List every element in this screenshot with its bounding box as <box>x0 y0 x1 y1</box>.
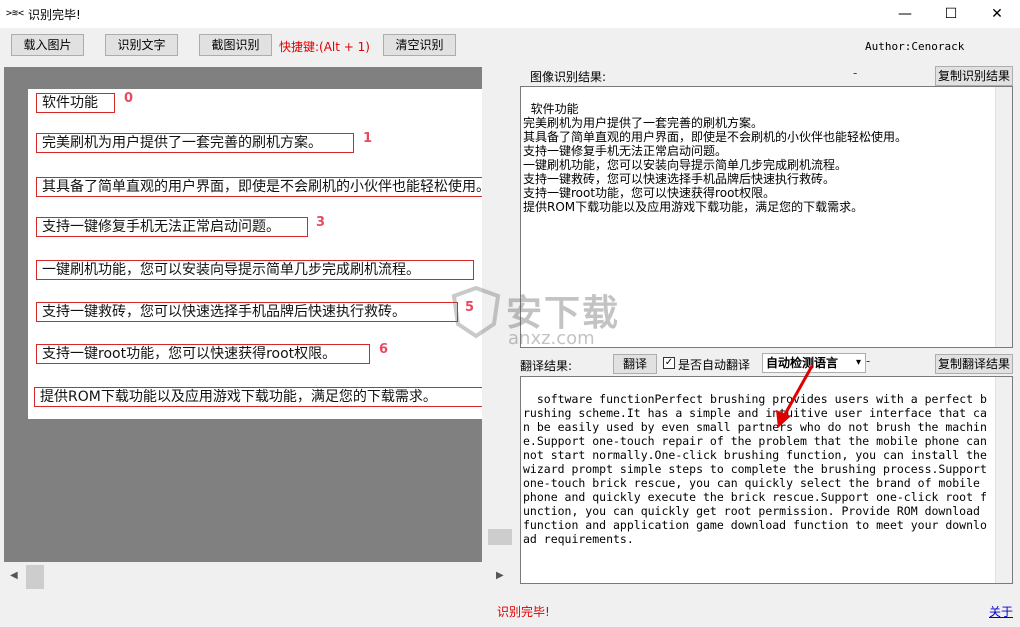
ocr-box: 软件功能 <box>36 93 115 113</box>
recognize-text-button[interactable]: 识别文字 <box>105 34 178 56</box>
ocr-box: 支持一键救砖，您可以快速选择手机品牌后快速执行救砖。 <box>36 302 458 322</box>
translation-text: software functionPerfect brushing provid… <box>523 392 994 546</box>
ocr-box-index: 6 <box>379 342 389 357</box>
language-select[interactable]: 自动检测语言 ▾ <box>762 353 866 373</box>
canvas-vertical-scrollbar[interactable] <box>487 67 513 562</box>
ocr-box: 完美刷机为用户提供了一套完善的刷机方案。 <box>36 133 354 153</box>
language-select-value: 自动检测语言 <box>766 356 839 370</box>
copy-result-button[interactable]: 复制识别结果 <box>935 66 1013 86</box>
load-image-button[interactable]: 载入图片 <box>11 34 84 56</box>
copy-translation-button[interactable]: 复制翻译结果 <box>935 354 1013 374</box>
ocr-box: 支持一键root功能，您可以快速获得root权限。 <box>36 344 370 364</box>
status-text: 识别完毕! <box>497 605 550 619</box>
ocr-box: 一键刷机功能，您可以安装向导提示简单几步完成刷机流程。 <box>36 260 474 280</box>
scrollbar-thumb[interactable] <box>488 529 512 545</box>
window-title: 识别完毕! <box>28 8 81 22</box>
translate-dash: - <box>866 354 871 368</box>
ocr-box: 其具备了简单直观的用户界面，即使是不会刷机的小伙伴也能轻松使用。 <box>36 177 482 197</box>
ocr-box: 提供ROM下载功能以及应用游戏下载功能，满足您的下载需求。 <box>34 387 482 407</box>
close-button[interactable]: ✕ <box>974 0 1020 28</box>
translation-scrollbar[interactable] <box>995 377 1012 583</box>
ocr-box-index: 3 <box>316 215 326 230</box>
about-link[interactable]: 关于 <box>989 603 1013 620</box>
screenshot-ocr-button[interactable]: 截图识别 <box>199 34 272 56</box>
canvas-horizontal-scrollbar[interactable]: ◀ ▶ <box>4 562 513 590</box>
scroll-left-icon[interactable]: ◀ <box>10 570 18 581</box>
translation-textbox[interactable]: software functionPerfect brushing provid… <box>520 376 1013 584</box>
ocr-box-index: 5 <box>465 300 475 315</box>
ocr-box-index: 0 <box>124 91 134 106</box>
ocr-box: 支持一键修复手机无法正常启动问题。 <box>36 217 308 237</box>
result-label: 图像识别结果: <box>530 70 607 84</box>
auto-translate-label: 是否自动翻译 <box>678 358 751 372</box>
app-icon: >≋< <box>6 8 25 19</box>
translate-button[interactable]: 翻译 <box>613 354 657 374</box>
title-bar: >≋< 识别完毕! — ☐ ✕ <box>0 0 1020 28</box>
image-canvas[interactable]: 软件功能 0 完美刷机为用户提供了一套完善的刷机方案。 1 其具备了简单直观的用… <box>4 67 482 562</box>
scroll-right-icon[interactable]: ▶ <box>496 570 504 581</box>
clear-button[interactable]: 清空识别 <box>383 34 456 56</box>
minimize-button[interactable]: — <box>882 0 928 28</box>
auto-translate-checkbox[interactable]: ✓ <box>663 357 675 369</box>
result-textbox[interactable]: 软件功能 完美刷机为用户提供了一套完善的刷机方案。 其具备了简单直观的用户界面，… <box>520 86 1013 348</box>
result-scrollbar[interactable] <box>995 87 1012 347</box>
author-label: Author:Cenorack <box>865 40 965 53</box>
loaded-image: 软件功能 0 完美刷机为用户提供了一套完善的刷机方案。 1 其具备了简单直观的用… <box>28 89 482 419</box>
maximize-button[interactable]: ☐ <box>928 0 974 28</box>
ocr-box-index: 1 <box>363 131 373 146</box>
translate-label: 翻译结果: <box>520 359 573 373</box>
scrollbar-thumb[interactable] <box>26 565 44 589</box>
result-text: 软件功能 完美刷机为用户提供了一套完善的刷机方案。 其具备了简单直观的用户界面，… <box>523 102 908 214</box>
result-dash: - <box>853 66 858 80</box>
chevron-down-icon: ▾ <box>855 357 861 368</box>
hotkey-label: 快捷键:(Alt + 1) <box>279 40 370 54</box>
